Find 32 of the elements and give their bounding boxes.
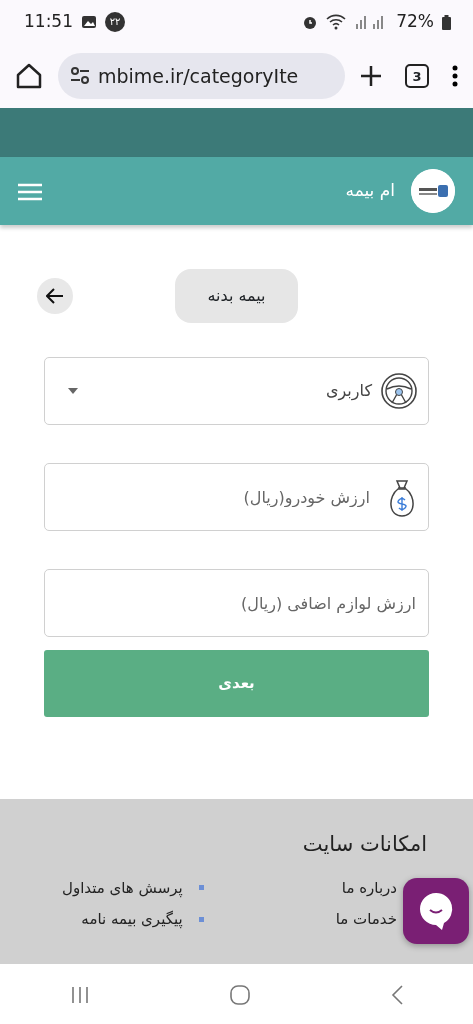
bullet-icon [198, 885, 204, 891]
bullet-icon [198, 916, 204, 922]
chat-bubble-icon [417, 891, 455, 931]
caret-icon [67, 387, 79, 395]
page-title: بیمه بدنه [175, 269, 298, 323]
logo-icon[interactable] [411, 169, 455, 213]
alarm-icon [302, 14, 319, 30]
back-button[interactable] [37, 278, 73, 314]
battery-icon [442, 14, 451, 30]
input-field[interactable]: ارزش خودرو(ریال) [44, 463, 429, 531]
url-text: mbime.ir/categoryIte [98, 63, 299, 89]
address-bar[interactable]: mbime.ir/categoryIte [58, 53, 345, 99]
tab-count-button[interactable]: 3 [405, 64, 429, 88]
back-arrow-icon [46, 288, 64, 304]
select-field[interactable]: کاربری [44, 357, 429, 425]
footer-link[interactable]: پرسش های متداول [62, 876, 183, 899]
footer-link[interactable]: پیگیری بیمه نامه [81, 908, 183, 931]
footer-link[interactable]: درباره ما [341, 876, 397, 899]
footer-title: امکانات سایت [301, 831, 427, 858]
battery-level: 72% [396, 10, 434, 34]
wifi-icon [326, 14, 347, 30]
home-button[interactable] [14, 61, 44, 91]
steering-wheel-icon [380, 372, 418, 410]
chat-button[interactable] [403, 878, 469, 944]
new-tab-button[interactable] [359, 63, 383, 89]
status-time: 11:51 [24, 10, 73, 34]
notification-badge: ۲۲ [105, 12, 125, 32]
input-field[interactable]: ارزش لوازم اضافی (ریال) [44, 569, 429, 637]
image-icon [81, 15, 97, 29]
footer-link[interactable]: خدمات ما [335, 908, 397, 931]
site-settings-icon[interactable] [70, 67, 90, 85]
menu-button[interactable] [451, 63, 459, 89]
